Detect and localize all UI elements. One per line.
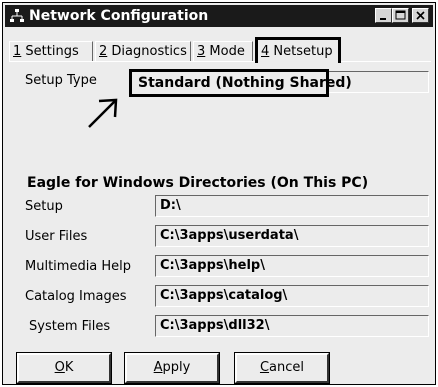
close-button[interactable] (412, 8, 429, 23)
setup-dir-label: Setup (25, 199, 63, 214)
cancel-button[interactable]: Cancel (234, 352, 330, 384)
window-title: Network Configuration (29, 8, 209, 24)
close-icon (416, 11, 425, 20)
directories-heading: Eagle for Windows Directories (On This P… (27, 175, 369, 191)
multimedia-help-label: Multimedia Help (25, 259, 132, 274)
minimize-button[interactable] (375, 8, 392, 23)
arrow-icon (85, 95, 125, 135)
tab-strip: 1 Settings 2 Diagnostics 3 Mode 4 Netset… (9, 37, 429, 63)
tab-diagnostics[interactable]: 2 Diagnostics (95, 41, 191, 61)
cancel-mnemonic: C (259, 360, 270, 375)
minimize-icon (380, 18, 386, 20)
system-files-label: System Files (29, 319, 111, 334)
apply-mnemonic: A (153, 360, 163, 375)
user-files-label: User Files (25, 229, 88, 244)
system-files-field[interactable]: C:\3apps\dll32\ (155, 315, 429, 337)
maximize-button[interactable] (392, 8, 409, 23)
apply-label: pply (162, 360, 191, 375)
apply-button[interactable]: Apply (124, 352, 220, 384)
user-files-field[interactable]: C:\3apps\userdata\ (155, 225, 429, 247)
catalog-images-label: Catalog Images (25, 289, 127, 304)
ok-label: K (64, 360, 74, 375)
tab-mode-label: Mode (205, 44, 245, 59)
title-bar[interactable]: Network Configuration (5, 5, 433, 27)
setup-type-label: Setup Type (25, 73, 97, 88)
setup-type-dropdown[interactable]: Standard (Nothing Shared) (129, 69, 352, 97)
ok-button[interactable]: OK (16, 352, 112, 384)
tab-mode[interactable]: 3 Mode (193, 41, 253, 61)
setup-dir-field[interactable]: D:\ (155, 195, 429, 217)
tab-panel-border (9, 61, 431, 62)
cancel-label: ancel (269, 360, 305, 375)
tab-diagnostics-label: Diagnostics (107, 44, 187, 59)
catalog-images-field[interactable]: C:\3apps\catalog\ (155, 285, 429, 307)
ok-mnemonic: O (54, 360, 65, 375)
tab-netsetup-label: Netsetup (269, 44, 333, 59)
tab-settings[interactable]: 1 Settings (9, 41, 93, 61)
network-icon[interactable] (9, 8, 25, 24)
maximize-icon (395, 10, 406, 20)
multimedia-help-field[interactable]: C:\3apps\help\ (155, 255, 429, 277)
tab-netsetup[interactable]: 4 Netsetup (255, 37, 341, 63)
tab-settings-label: Settings (21, 44, 79, 59)
network-configuration-window: Network Configuration 1 Settings 2 Diagn… (2, 2, 436, 385)
